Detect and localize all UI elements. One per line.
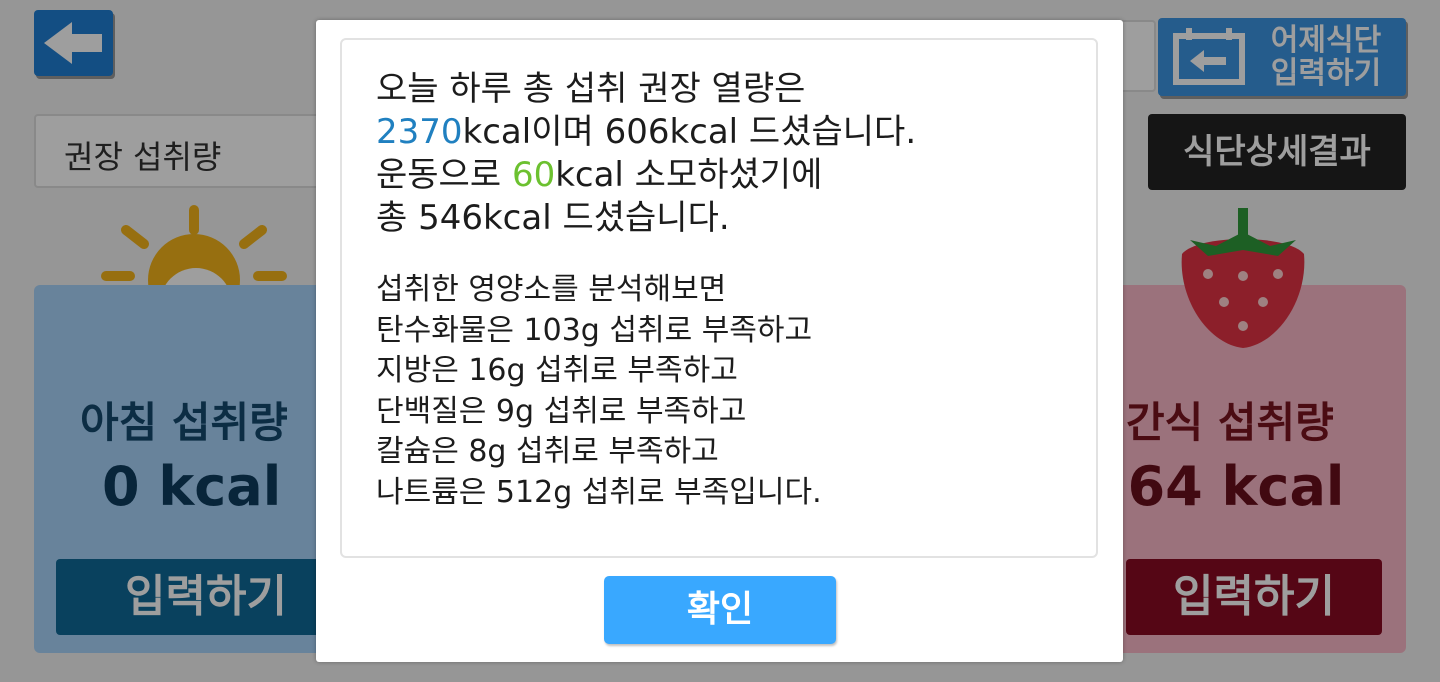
summary-line-2: 2370kcal이며 606kcal 드셨습니다. bbox=[376, 111, 916, 154]
nutrient-line: 칼슘은 8g 섭취로 부족하고 bbox=[376, 434, 719, 469]
nutrient-line: 섭취한 영양소를 분석해보면 bbox=[376, 272, 727, 307]
summary-line-3: 운동으로 60kcal 소모하셨기에 bbox=[376, 154, 916, 197]
nutrient-line: 지방은 16g 섭취로 부족하고 bbox=[376, 353, 738, 388]
summary-line-4: 총 546kcal 드셨습니다. bbox=[376, 198, 730, 238]
nutrient-analysis: 섭취한 영양소를 분석해보면 탄수화물은 103g 섭취로 부족하고 지방은 1… bbox=[376, 270, 822, 513]
recommended-kcal-value: 2370 bbox=[376, 112, 463, 152]
summary-line-1: 오늘 하루 총 섭취 권장 열량은 bbox=[376, 69, 806, 109]
nutrient-line: 단백질은 9g 섭취로 부족하고 bbox=[376, 393, 747, 429]
nutrient-line: 탄수화물은 103g 섭취로 부족하고 bbox=[376, 312, 813, 348]
summary-line-3-rest: kcal 소모하셨기에 bbox=[555, 155, 823, 195]
calorie-summary: 오늘 하루 총 섭취 권장 열량은 2370kcal이며 606kcal 드셨습… bbox=[376, 68, 916, 240]
nutrient-line: 나트륨은 512g 섭취로 부족입니다. bbox=[376, 474, 822, 510]
exercise-kcal-value: 60 bbox=[511, 155, 556, 195]
summary-line-2-rest: kcal이며 606kcal 드셨습니다. bbox=[462, 112, 917, 152]
confirm-button[interactable]: 확인 bbox=[604, 576, 836, 644]
dialog-message-box: 오늘 하루 총 섭취 권장 열량은 2370kcal이며 606kcal 드셨습… bbox=[340, 38, 1098, 558]
diet-result-dialog: 오늘 하루 총 섭취 권장 열량은 2370kcal이며 606kcal 드셨습… bbox=[316, 20, 1123, 662]
summary-line-3-prefix: 운동으로 bbox=[376, 155, 512, 195]
